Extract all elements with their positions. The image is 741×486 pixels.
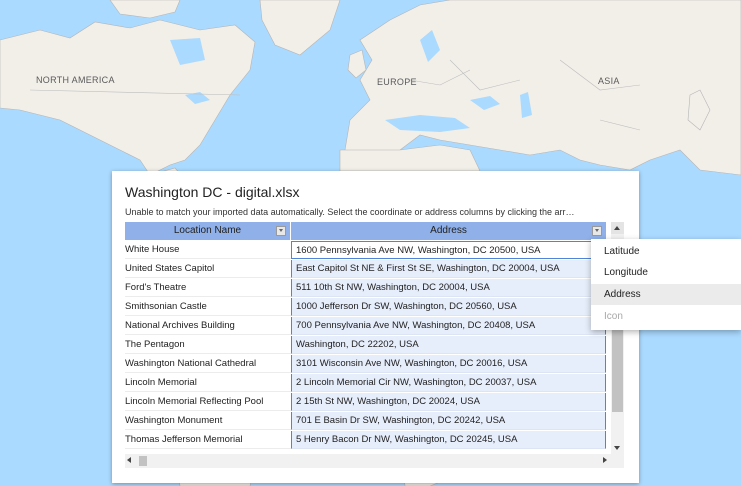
address-cell: 5 Henry Bacon Dr NW, Washington, DC 2024… (291, 431, 606, 449)
map-label-asia: ASIA (598, 76, 620, 86)
table-row[interactable]: National Archives Building 700 Pennsylva… (125, 317, 606, 335)
table-row[interactable]: Washington National Cathedral 3101 Wisco… (125, 355, 606, 373)
menu-item-longitude[interactable]: Longitude (591, 262, 741, 283)
column-type-menu: Latitude Longitude Address Icon (591, 239, 741, 330)
horizontal-scrollbar[interactable] (125, 454, 611, 468)
location-name-cell: National Archives Building (125, 317, 291, 335)
address-cell: 1600 Pennsylvania Ave NW, Washington, DC… (291, 241, 606, 259)
scroll-thumb[interactable] (139, 456, 147, 466)
address-cell: 701 E Basin Dr SW, Washington, DC 20242,… (291, 412, 606, 430)
column-dropdown-icon[interactable] (276, 226, 286, 236)
table-row[interactable]: Ford's Theatre 511 10th St NW, Washingto… (125, 279, 606, 297)
column-header-address[interactable]: Address (291, 222, 606, 240)
address-cell: 2 15th St NW, Washington, DC 20024, USA (291, 393, 606, 411)
table-row[interactable]: The Pentagon Washington, DC 22202, USA (125, 336, 606, 354)
location-name-cell: Ford's Theatre (125, 279, 291, 297)
dialog-message: Unable to match your imported data autom… (125, 207, 575, 217)
table-row[interactable]: Lincoln Memorial 2 Lincoln Memorial Cir … (125, 374, 606, 392)
menu-item-icon: Icon (604, 311, 623, 322)
import-dialog: Washington DC - digital.xlsx Unable to m… (112, 171, 639, 483)
scroll-right-icon[interactable] (603, 457, 607, 463)
location-name-cell: Thomas Jefferson Memorial (125, 431, 291, 449)
table-row[interactable]: United States Capitol East Capitol St NE… (125, 260, 606, 278)
location-name-cell: White House (125, 241, 291, 259)
map-label-north-america: NORTH AMERICA (36, 75, 115, 85)
scroll-down-icon[interactable] (611, 442, 624, 454)
menu-item-address[interactable]: Address (591, 284, 741, 305)
map-label-europe: EUROPE (377, 77, 417, 87)
column-header-label: Location Name (173, 225, 242, 236)
location-name-cell: Washington National Cathedral (125, 355, 291, 373)
location-name-cell: Smithsonian Castle (125, 298, 291, 316)
menu-item-latitude[interactable]: Latitude (591, 241, 741, 262)
table-row[interactable]: Washington Monument 701 E Basin Dr SW, W… (125, 412, 606, 430)
column-header-label: Address (430, 225, 467, 236)
address-cell: 3101 Wisconsin Ave NW, Washington, DC 20… (291, 355, 606, 373)
column-dropdown-icon[interactable] (592, 226, 602, 236)
address-cell: East Capitol St NE & First St SE, Washin… (291, 260, 606, 278)
address-cell: 511 10th St NW, Washington, DC 20004, US… (291, 279, 606, 297)
location-name-cell: Washington Monument (125, 412, 291, 430)
table-row[interactable]: White House 1600 Pennsylvania Ave NW, Wa… (125, 241, 606, 259)
address-cell: Washington, DC 22202, USA (291, 336, 606, 354)
location-name-cell: Lincoln Memorial (125, 374, 291, 392)
location-name-cell: United States Capitol (125, 260, 291, 278)
table-row[interactable]: Thomas Jefferson Memorial 5 Henry Bacon … (125, 431, 606, 449)
address-cell: 1000 Jefferson Dr SW, Washington, DC 205… (291, 298, 606, 316)
address-cell: 700 Pennsylvania Ave NW, Washington, DC … (291, 317, 606, 335)
location-name-cell: The Pentagon (125, 336, 291, 354)
scroll-left-icon[interactable] (127, 457, 131, 463)
column-header-location-name[interactable]: Location Name (125, 222, 290, 240)
location-name-cell: Lincoln Memorial Reflecting Pool (125, 393, 291, 411)
address-cell: 2 Lincoln Memorial Cir NW, Washington, D… (291, 374, 606, 392)
scroll-up-icon[interactable] (611, 222, 624, 234)
dialog-title: Washington DC - digital.xlsx (125, 184, 300, 200)
table-row[interactable]: Smithsonian Castle 1000 Jefferson Dr SW,… (125, 298, 606, 316)
table-row[interactable]: Lincoln Memorial Reflecting Pool 2 15th … (125, 393, 606, 411)
